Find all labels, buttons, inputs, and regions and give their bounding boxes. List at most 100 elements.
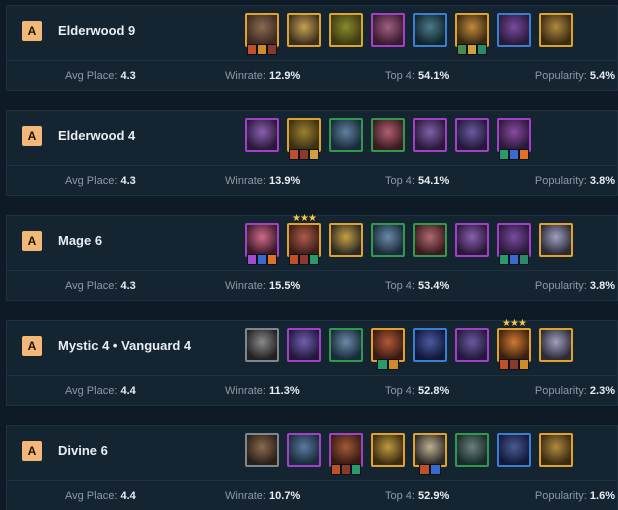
crossbow-item-icon[interactable] xyxy=(388,359,399,370)
bow-item-icon[interactable] xyxy=(309,149,319,160)
bow-item-icon[interactable] xyxy=(467,44,477,55)
item-row xyxy=(373,359,403,370)
champion-portrait-icon[interactable] xyxy=(287,433,321,467)
champion-portrait-icon[interactable] xyxy=(539,13,573,47)
champion-portrait-icon[interactable] xyxy=(497,13,531,47)
comp-name[interactable]: Mage 6 xyxy=(58,233,102,248)
cloak-item-icon[interactable] xyxy=(351,464,361,475)
flame-item-icon[interactable] xyxy=(519,149,529,160)
sword-item-icon[interactable] xyxy=(419,464,430,475)
champion-row xyxy=(245,13,573,55)
champion-portrait-icon[interactable] xyxy=(245,223,279,265)
top4-stat: Top 4: 54.1% xyxy=(385,175,449,187)
champion-portrait-icon[interactable] xyxy=(413,433,447,475)
winrate-stat-value: 11.3% xyxy=(269,385,300,397)
champion-portrait-icon[interactable] xyxy=(329,118,363,152)
cloak-item-icon[interactable] xyxy=(377,359,388,370)
cloak-item-icon[interactable] xyxy=(499,149,509,160)
champion-portrait-icon[interactable] xyxy=(539,223,573,257)
champion-portrait-icon[interactable] xyxy=(413,13,447,47)
sword-item-icon[interactable] xyxy=(331,464,341,475)
champion-portrait-icon[interactable] xyxy=(455,328,489,362)
rageblade-item-icon[interactable] xyxy=(299,254,309,265)
champion-portrait-icon[interactable] xyxy=(329,223,363,257)
champion-portrait-image xyxy=(331,15,361,45)
tear-item-icon[interactable] xyxy=(477,44,487,55)
champion-portrait-icon[interactable] xyxy=(455,118,489,152)
sword-item-icon[interactable] xyxy=(499,359,509,370)
champion-portrait-image xyxy=(247,330,277,360)
claw-item-icon[interactable] xyxy=(457,44,467,55)
comp-name[interactable]: Divine 6 xyxy=(58,443,108,458)
champion-portrait-icon[interactable]: ★★★ xyxy=(287,213,321,265)
sword-item-icon[interactable] xyxy=(247,44,257,55)
champion-portrait-image xyxy=(331,435,361,465)
rageblade-item-icon[interactable] xyxy=(267,44,277,55)
item-row xyxy=(499,254,529,265)
crystal-item-icon[interactable] xyxy=(509,254,519,265)
champion-portrait-icon[interactable] xyxy=(245,433,279,467)
top4-stat: Top 4: 52.8% xyxy=(385,385,449,397)
champion-portrait-icon[interactable] xyxy=(371,13,405,47)
crystal-item-icon[interactable] xyxy=(257,254,267,265)
champion-portrait-icon[interactable] xyxy=(497,223,531,265)
champion-portrait-icon[interactable] xyxy=(497,118,531,160)
champion-portrait-image xyxy=(289,120,319,150)
top4-stat-label: Top 4: xyxy=(385,385,415,397)
crystal-item-icon[interactable] xyxy=(509,149,519,160)
champion-portrait-icon[interactable] xyxy=(245,328,279,362)
champion-portrait-icon[interactable] xyxy=(329,13,363,47)
crossbow-item-icon[interactable] xyxy=(519,359,529,370)
champion-portrait-icon[interactable] xyxy=(455,433,489,467)
champion-portrait-icon[interactable] xyxy=(455,13,489,55)
sword-item-icon[interactable] xyxy=(289,149,299,160)
avg-place-stat-label: Avg Place: xyxy=(65,175,118,187)
cloak-item-icon[interactable] xyxy=(499,254,509,265)
tear-item-icon[interactable] xyxy=(519,254,529,265)
champion-portrait-icon[interactable] xyxy=(371,223,405,257)
top4-stat-value: 54.1% xyxy=(418,175,450,187)
comp-panel[interactable]: A Elderwood 9 Avg Place: 4.3 Winrate: 12.9%… xyxy=(6,5,618,91)
champion-portrait-icon[interactable] xyxy=(287,118,321,160)
champion-portrait-icon[interactable] xyxy=(287,328,321,362)
comp-panel[interactable]: A Mage 6 ★★★ Avg Place: 4.3 Winrate: 15.5% To… xyxy=(6,213,618,301)
champion-portrait-icon[interactable] xyxy=(497,433,531,467)
rageblade-item-icon[interactable] xyxy=(509,359,519,370)
comp-panel[interactable]: A Divine 6 Avg Place: 4.4 Winrate: 10.7% Top… xyxy=(6,425,618,510)
champion-portrait-icon[interactable] xyxy=(539,433,573,467)
champion-portrait-image xyxy=(373,435,403,465)
winrate-stat: Winrate: 12.9% xyxy=(225,70,300,82)
tier-badge: A xyxy=(22,441,42,461)
sword-item-icon[interactable] xyxy=(289,254,299,265)
avg-place-stat: Avg Place: 4.3 xyxy=(65,70,136,82)
champion-portrait-image xyxy=(247,435,277,465)
champion-portrait-icon[interactable] xyxy=(371,328,405,370)
comp-list: A Elderwood 9 Avg Place: 4.3 Winrate: 12.9%… xyxy=(0,0,618,510)
rageblade-item-icon[interactable] xyxy=(341,464,351,475)
comp-name[interactable]: Mystic 4 • Vanguard 4 xyxy=(58,338,191,353)
champion-portrait-icon[interactable] xyxy=(245,13,279,55)
comp-panel[interactable]: A Elderwood 4 Avg Place: 4.3 Winrate: 13.9%… xyxy=(6,110,618,196)
champion-portrait-icon[interactable] xyxy=(455,223,489,257)
champion-portrait-icon[interactable] xyxy=(371,118,405,152)
champion-portrait-icon[interactable] xyxy=(329,328,363,362)
champion-portrait-image xyxy=(499,435,529,465)
staff-item-icon[interactable] xyxy=(247,254,257,265)
champion-portrait-icon[interactable] xyxy=(413,223,447,257)
champion-portrait-icon[interactable] xyxy=(371,433,405,467)
champion-portrait-icon[interactable]: ★★★ xyxy=(497,318,531,370)
crossbow-item-icon[interactable] xyxy=(257,44,267,55)
champion-portrait-icon[interactable] xyxy=(413,118,447,152)
flame-item-icon[interactable] xyxy=(267,254,277,265)
champion-portrait-icon[interactable] xyxy=(329,433,363,475)
champion-portrait-icon[interactable] xyxy=(245,118,279,152)
crystal-item-icon[interactable] xyxy=(430,464,441,475)
champion-portrait-icon[interactable] xyxy=(539,328,573,362)
champion-portrait-icon[interactable] xyxy=(413,328,447,362)
comp-name[interactable]: Elderwood 4 xyxy=(58,128,135,143)
comp-name[interactable]: Elderwood 9 xyxy=(58,23,135,38)
comp-panel[interactable]: A Mystic 4 • Vanguard 4 ★★★ Avg Place: 4.4 W… xyxy=(6,318,618,406)
champion-portrait-icon[interactable] xyxy=(287,13,321,47)
rageblade-item-icon[interactable] xyxy=(299,149,309,160)
cloak-item-icon[interactable] xyxy=(309,254,319,265)
